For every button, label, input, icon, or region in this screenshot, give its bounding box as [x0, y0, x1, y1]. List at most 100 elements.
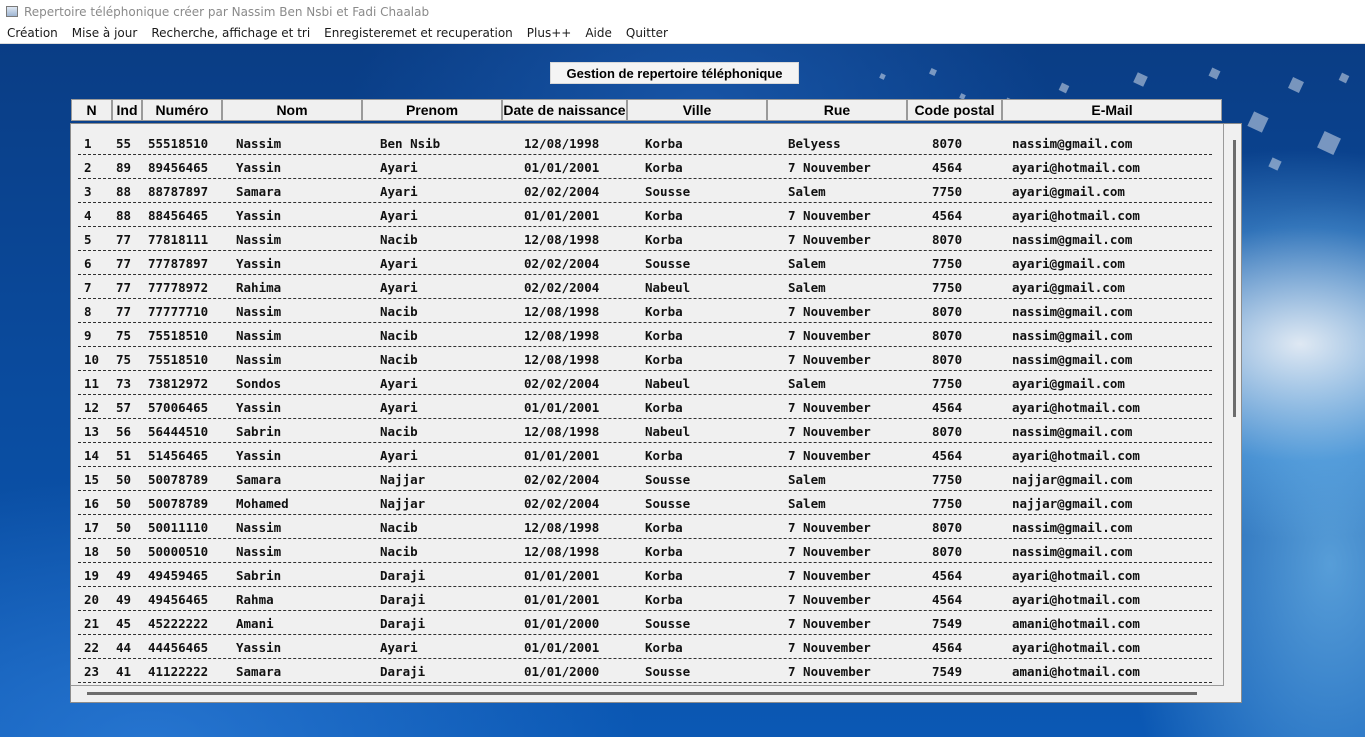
table-row[interactable]: 7 77 77778972 Rahima Ayari 02/02/2004 Nabeul Sa… [78, 275, 1212, 299]
col-code-postal-cell: 4564 [932, 592, 963, 607]
table-row[interactable]: 15 50 50078789 Samara Najjar 02/02/2004 Sousse… [78, 467, 1212, 491]
col-n-header[interactable]: N [71, 99, 112, 121]
table-row[interactable]: 18 50 50000510 Nassim Nacib 12/08/1998 Korba 7 … [78, 539, 1212, 563]
col-numero-cell: 50078789 [148, 496, 209, 511]
col-nom-cell: Samara [236, 472, 282, 487]
table-header: N Ind Numéro Nom Prenom Date de naissance Vill… [71, 99, 1222, 121]
col-date-naissance-cell: 02/02/2004 [524, 472, 600, 487]
col-ind-cell: 44 [116, 640, 132, 655]
col-date-naissance-cell: 12/08/1998 [524, 232, 600, 247]
col-prenom-header[interactable]: Prenom [362, 99, 502, 121]
col-prenom-cell: Daraji [380, 616, 426, 631]
col-rue-cell: 7 Nouvember [788, 568, 871, 583]
col-code-postal-cell: 7750 [932, 496, 963, 511]
col-numero-cell: 51456465 [148, 448, 209, 463]
col-ville-cell: Nabeul [645, 280, 691, 295]
col-email-cell: ayari@gmail.com [1012, 280, 1125, 295]
col-numero-cell: 75518510 [148, 328, 209, 343]
table-row[interactable]: 4 88 88456465 Yassin Ayari 01/01/2001 Korba 7 N… [78, 203, 1212, 227]
col-email-cell: nassim@gmail.com [1012, 232, 1133, 247]
col-prenom-cell: Ayari [380, 208, 418, 223]
menu-enregistrement[interactable]: Enregisteremet et recuperation [317, 26, 520, 40]
table-row[interactable]: 8 77 77777710 Nassim Nacib 12/08/1998 Korba 7 N… [78, 299, 1212, 323]
col-rue-header[interactable]: Rue [767, 99, 907, 121]
table-row[interactable]: 14 51 51456465 Yassin Ayari 01/01/2001 Korba 7 … [78, 443, 1212, 467]
col-email-cell: ayari@gmail.com [1012, 256, 1125, 271]
col-nom-header[interactable]: Nom [222, 99, 362, 121]
col-email-cell: ayari@hotmail.com [1012, 400, 1140, 415]
menu-mise-a-jour[interactable]: Mise à jour [65, 26, 145, 40]
col-nom-cell: Rahma [236, 592, 274, 607]
col-rue-cell: 7 Nouvember [788, 640, 871, 655]
col-ville-cell: Korba [645, 568, 683, 583]
table-row[interactable]: 3 88 88787897 Samara Ayari 02/02/2004 Sousse Sa… [78, 179, 1212, 203]
col-ind-cell: 73 [116, 376, 132, 391]
col-ville-cell: Korba [645, 520, 683, 535]
col-nom-cell: Nassim [236, 328, 282, 343]
col-email-cell: ayari@hotmail.com [1012, 208, 1140, 223]
table-row[interactable]: 11 73 73812972 Sondos Ayari 02/02/2004 Nabeul S… [78, 371, 1212, 395]
table-row[interactable]: 5 77 77818111 Nassim Nacib 12/08/1998 Korba 7 N… [78, 227, 1212, 251]
table-row[interactable]: 6 77 77787897 Yassin Ayari 02/02/2004 Sousse Sa… [78, 251, 1212, 275]
menu-plus[interactable]: Plus++ [520, 26, 579, 40]
col-ville-cell: Sousse [645, 664, 691, 679]
col-n-cell: 10 [84, 352, 100, 367]
col-rue-cell: Salem [788, 184, 826, 199]
col-nom-cell: Nassim [236, 520, 282, 535]
col-nom-cell: Yassin [236, 640, 282, 655]
table-row[interactable]: 9 75 75518510 Nassim Nacib 12/08/1998 Korba 7 N… [78, 323, 1212, 347]
menu-quitter[interactable]: Quitter [619, 26, 675, 40]
table-row[interactable]: 10 75 75518510 Nassim Nacib 12/08/1998 Korba 7 … [78, 347, 1212, 371]
table-row[interactable]: 1 55 55518510 Nassim Ben Nsib 12/08/1998 Korba… [78, 131, 1212, 155]
col-ville-header[interactable]: Ville [627, 99, 767, 121]
table-row[interactable]: 23 41 41122222 Samara Daraji 01/01/2000 Sousse… [78, 659, 1212, 683]
col-date-naissance-cell: 12/08/1998 [524, 328, 600, 343]
col-nom-cell: Sabrin [236, 568, 282, 583]
col-ville-cell: Korba [645, 160, 683, 175]
table-row[interactable]: 16 50 50078789 Mohamed Najjar 02/02/2004 Souss… [78, 491, 1212, 515]
table-row[interactable]: 2 89 89456465 Yassin Ayari 01/01/2001 Korba 7 N… [78, 155, 1212, 179]
col-n-cell: 7 [84, 280, 92, 295]
col-nom-cell: Yassin [236, 208, 282, 223]
vertical-scrollbar[interactable] [1233, 140, 1236, 417]
col-email-header[interactable]: E-Mail [1002, 99, 1222, 121]
col-date-naissance-header[interactable]: Date de naissance [502, 99, 627, 121]
table-row[interactable]: 17 50 50011110 Nassim Nacib 12/08/1998 Korba 7 … [78, 515, 1212, 539]
table-row[interactable]: 21 45 45222222 Amani Daraji 01/01/2000 Sousse 7… [78, 611, 1212, 635]
horizontal-scrollbar[interactable] [87, 692, 1197, 695]
col-email-cell: najjar@gmail.com [1012, 496, 1133, 511]
col-code-postal-header[interactable]: Code postal [907, 99, 1002, 121]
col-prenom-cell: Nacib [380, 544, 418, 559]
col-n-cell: 9 [84, 328, 92, 343]
col-rue-cell: 7 Nouvember [788, 328, 871, 343]
table-row[interactable]: 20 49 49456465 Rahma Daraji 01/01/2001 Korba 7 … [78, 587, 1212, 611]
col-code-postal-cell: 8070 [932, 328, 963, 343]
col-numero-cell: 41122222 [148, 664, 209, 679]
col-date-naissance-cell: 02/02/2004 [524, 280, 600, 295]
col-date-naissance-cell: 12/08/1998 [524, 352, 600, 367]
col-ind-cell: 50 [116, 520, 132, 535]
table-row[interactable]: 13 56 56444510 Sabrin Nacib 12/08/1998 Nabeul 7… [78, 419, 1212, 443]
col-nom-cell: Yassin [236, 160, 282, 175]
col-email-cell: ayari@gmail.com [1012, 184, 1125, 199]
col-nom-cell: Yassin [236, 400, 282, 415]
table-row[interactable]: 22 44 44456465 Yassin Ayari 01/01/2001 Korba 7 … [78, 635, 1212, 659]
col-prenom-cell: Ayari [380, 448, 418, 463]
col-ind-header[interactable]: Ind [112, 99, 142, 121]
col-ind-cell: 49 [116, 592, 132, 607]
col-prenom-cell: Ayari [380, 256, 418, 271]
table-row[interactable]: 19 49 49459465 Sabrin Daraji 01/01/2001 Korba 7… [78, 563, 1212, 587]
col-n-cell: 16 [84, 496, 100, 511]
menu-aide[interactable]: Aide [578, 26, 619, 40]
col-nom-cell: Nassim [236, 304, 282, 319]
table-row[interactable]: 12 57 57006465 Yassin Ayari 01/01/2001 Korba 7 … [78, 395, 1212, 419]
col-email-cell: nassim@gmail.com [1012, 544, 1133, 559]
col-numero-header[interactable]: Numéro [142, 99, 222, 121]
col-email-cell: amani@hotmail.com [1012, 616, 1140, 631]
menu-recherche[interactable]: Recherche, affichage et tri [144, 26, 317, 40]
col-rue-cell: 7 Nouvember [788, 544, 871, 559]
col-ind-cell: 50 [116, 544, 132, 559]
col-numero-cell: 50078789 [148, 472, 209, 487]
menu-creation[interactable]: Création [0, 26, 65, 40]
col-prenom-cell: Nacib [380, 328, 418, 343]
